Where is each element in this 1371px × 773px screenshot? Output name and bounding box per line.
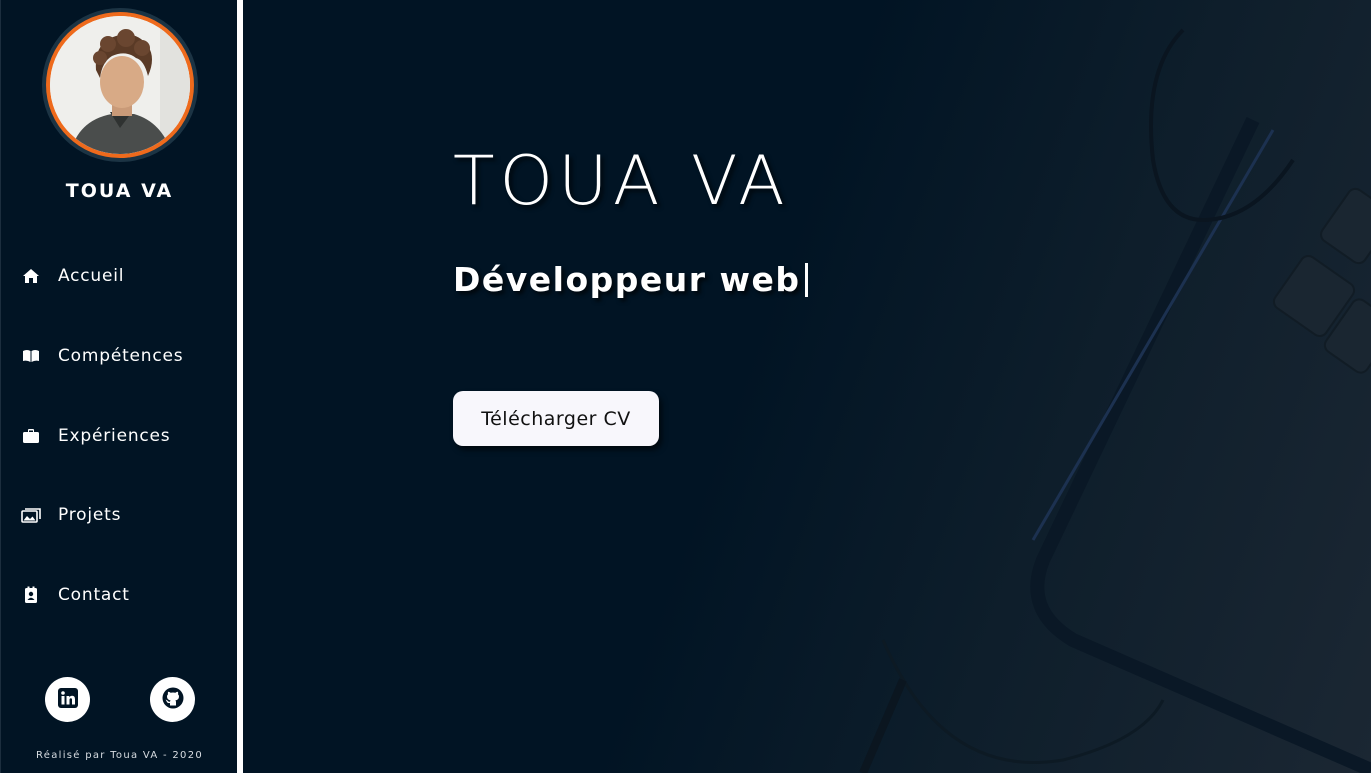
- nav-label: Projets: [58, 505, 122, 525]
- typing-caret: [804, 262, 808, 297]
- nav-item-accueil[interactable]: Accueil: [1, 251, 238, 301]
- nav-item-contact[interactable]: Contact: [1, 570, 238, 620]
- download-cv-button[interactable]: Télécharger CV: [453, 391, 659, 446]
- hero-section: TOUA VA Développeur web Télécharger CV: [243, 0, 1371, 773]
- sidebar: TOUA VA Accueil Compétences Expériences …: [0, 0, 237, 773]
- github-icon: [162, 687, 184, 713]
- avatar: [42, 8, 198, 162]
- background-photo: [859, 28, 1371, 773]
- profile-name: TOUA VA: [65, 180, 174, 202]
- hero-name: TOUA VA: [453, 142, 790, 221]
- github-button[interactable]: [150, 677, 195, 722]
- hero-subtitle: Développeur web: [453, 260, 808, 299]
- nav-label: Compétences: [58, 346, 184, 366]
- nav-label: Contact: [58, 585, 130, 605]
- home-icon: [21, 267, 41, 285]
- nav-item-competences[interactable]: Compétences: [1, 331, 238, 381]
- linkedin-icon: [57, 687, 78, 712]
- hero-subtitle-text: Développeur web: [453, 260, 801, 299]
- contact-card-icon: [21, 586, 41, 604]
- book-icon: [21, 347, 41, 365]
- avatar-photo: [50, 16, 190, 154]
- nav-item-experiences[interactable]: Expériences: [1, 411, 238, 461]
- footer-credit: Réalisé par Toua VA - 2020: [35, 750, 204, 761]
- nav-label: Expériences: [58, 426, 171, 446]
- nav-item-projets[interactable]: Projets: [1, 490, 238, 540]
- portrait-image: [50, 16, 190, 154]
- avatar-border: [46, 12, 194, 158]
- nav-label: Accueil: [58, 266, 125, 286]
- images-icon: [21, 506, 41, 524]
- briefcase-icon: [21, 427, 41, 445]
- linkedin-button[interactable]: [45, 677, 90, 722]
